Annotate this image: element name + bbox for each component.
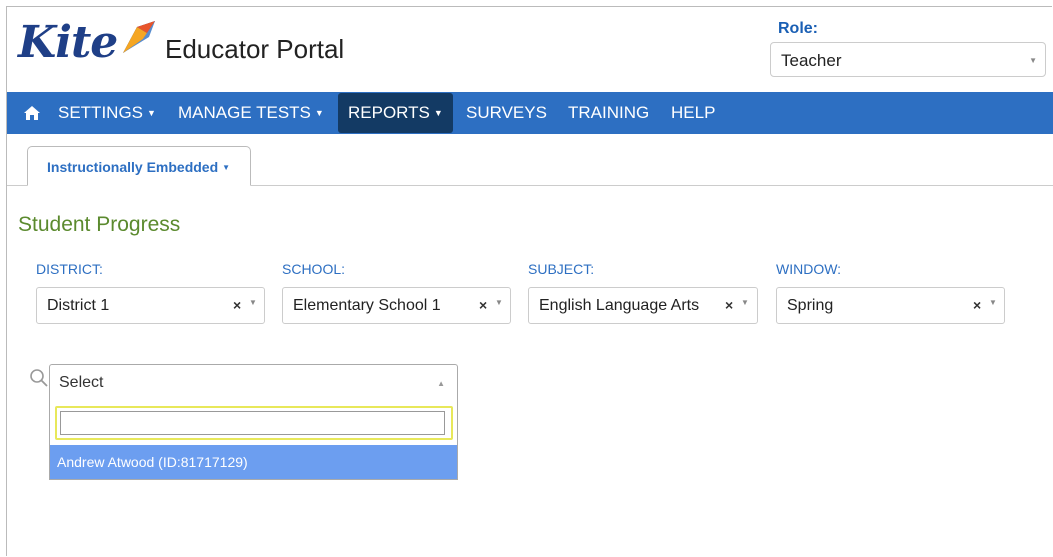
dropdown-search-wrapper bbox=[55, 406, 453, 440]
chevron-up-icon: ▲ bbox=[437, 379, 445, 388]
caret-down-icon: ▼ bbox=[147, 108, 156, 118]
chevron-down-icon: ▼ bbox=[249, 298, 257, 307]
student-dropdown: Andrew Atwood (ID:81717129) bbox=[49, 402, 458, 480]
logo-wordmark: Kite bbox=[18, 16, 118, 68]
role-select[interactable]: Teacher ▼ bbox=[770, 42, 1046, 77]
subject-label: SUBJECT: bbox=[528, 261, 595, 277]
student-select[interactable]: Select ▲ bbox=[49, 364, 458, 402]
nav-reports[interactable]: REPORTS ▼ bbox=[338, 93, 453, 133]
student-option[interactable]: Andrew Atwood (ID:81717129) bbox=[50, 445, 457, 479]
role-value: Teacher bbox=[781, 51, 842, 70]
nav-surveys[interactable]: SURVEYS bbox=[466, 92, 547, 134]
clear-icon[interactable]: × bbox=[725, 297, 733, 313]
portal-title: Educator Portal bbox=[165, 34, 345, 64]
clear-icon[interactable]: × bbox=[973, 297, 981, 313]
school-label: SCHOOL: bbox=[282, 261, 346, 277]
nav-manage-tests[interactable]: MANAGE TESTS ▼ bbox=[178, 92, 324, 134]
subject-value: English Language Arts bbox=[539, 297, 700, 314]
chevron-down-icon: ▼ bbox=[1029, 56, 1037, 65]
chevron-down-icon: ▼ bbox=[989, 298, 997, 307]
district-select[interactable]: District 1 × ▼ bbox=[36, 287, 265, 324]
clear-icon[interactable]: × bbox=[233, 297, 241, 313]
chevron-down-icon: ▼ bbox=[741, 298, 749, 307]
search-icon bbox=[30, 369, 48, 387]
school-select[interactable]: Elementary School 1 × ▼ bbox=[282, 287, 511, 324]
caret-down-icon: ▼ bbox=[222, 163, 231, 172]
district-value: District 1 bbox=[47, 297, 110, 314]
window-label: WINDOW: bbox=[776, 261, 842, 277]
caret-down-icon: ▼ bbox=[433, 108, 443, 118]
dropdown-search-input[interactable] bbox=[60, 411, 445, 435]
district-label: DISTRICT: bbox=[36, 261, 103, 277]
student-select-value: Select bbox=[59, 374, 104, 391]
window-value: Spring bbox=[787, 297, 834, 314]
role-label: Role: bbox=[778, 20, 818, 37]
tab-instructionally-embedded[interactable]: Instructionally Embedded ▼ bbox=[27, 146, 251, 186]
caret-down-icon: ▼ bbox=[314, 108, 324, 118]
main-nav: SETTINGS ▼ MANAGE TESTS ▼ REPORTS ▼ SURVEYS… bbox=[7, 92, 1053, 134]
kite-icon bbox=[123, 21, 156, 53]
nav-settings[interactable]: SETTINGS ▼ bbox=[58, 92, 156, 134]
clear-icon[interactable]: × bbox=[479, 297, 487, 313]
subject-select[interactable]: English Language Arts × ▼ bbox=[528, 287, 758, 324]
school-value: Elementary School 1 bbox=[293, 297, 441, 314]
nav-help[interactable]: HELP bbox=[671, 92, 715, 134]
window-select[interactable]: Spring × ▼ bbox=[776, 287, 1005, 324]
chevron-down-icon: ▼ bbox=[495, 298, 503, 307]
page-title: Student Progress bbox=[18, 213, 181, 236]
kite-logo: Kite bbox=[18, 12, 159, 72]
home-icon[interactable] bbox=[23, 105, 41, 121]
nav-training[interactable]: TRAINING bbox=[568, 92, 649, 134]
